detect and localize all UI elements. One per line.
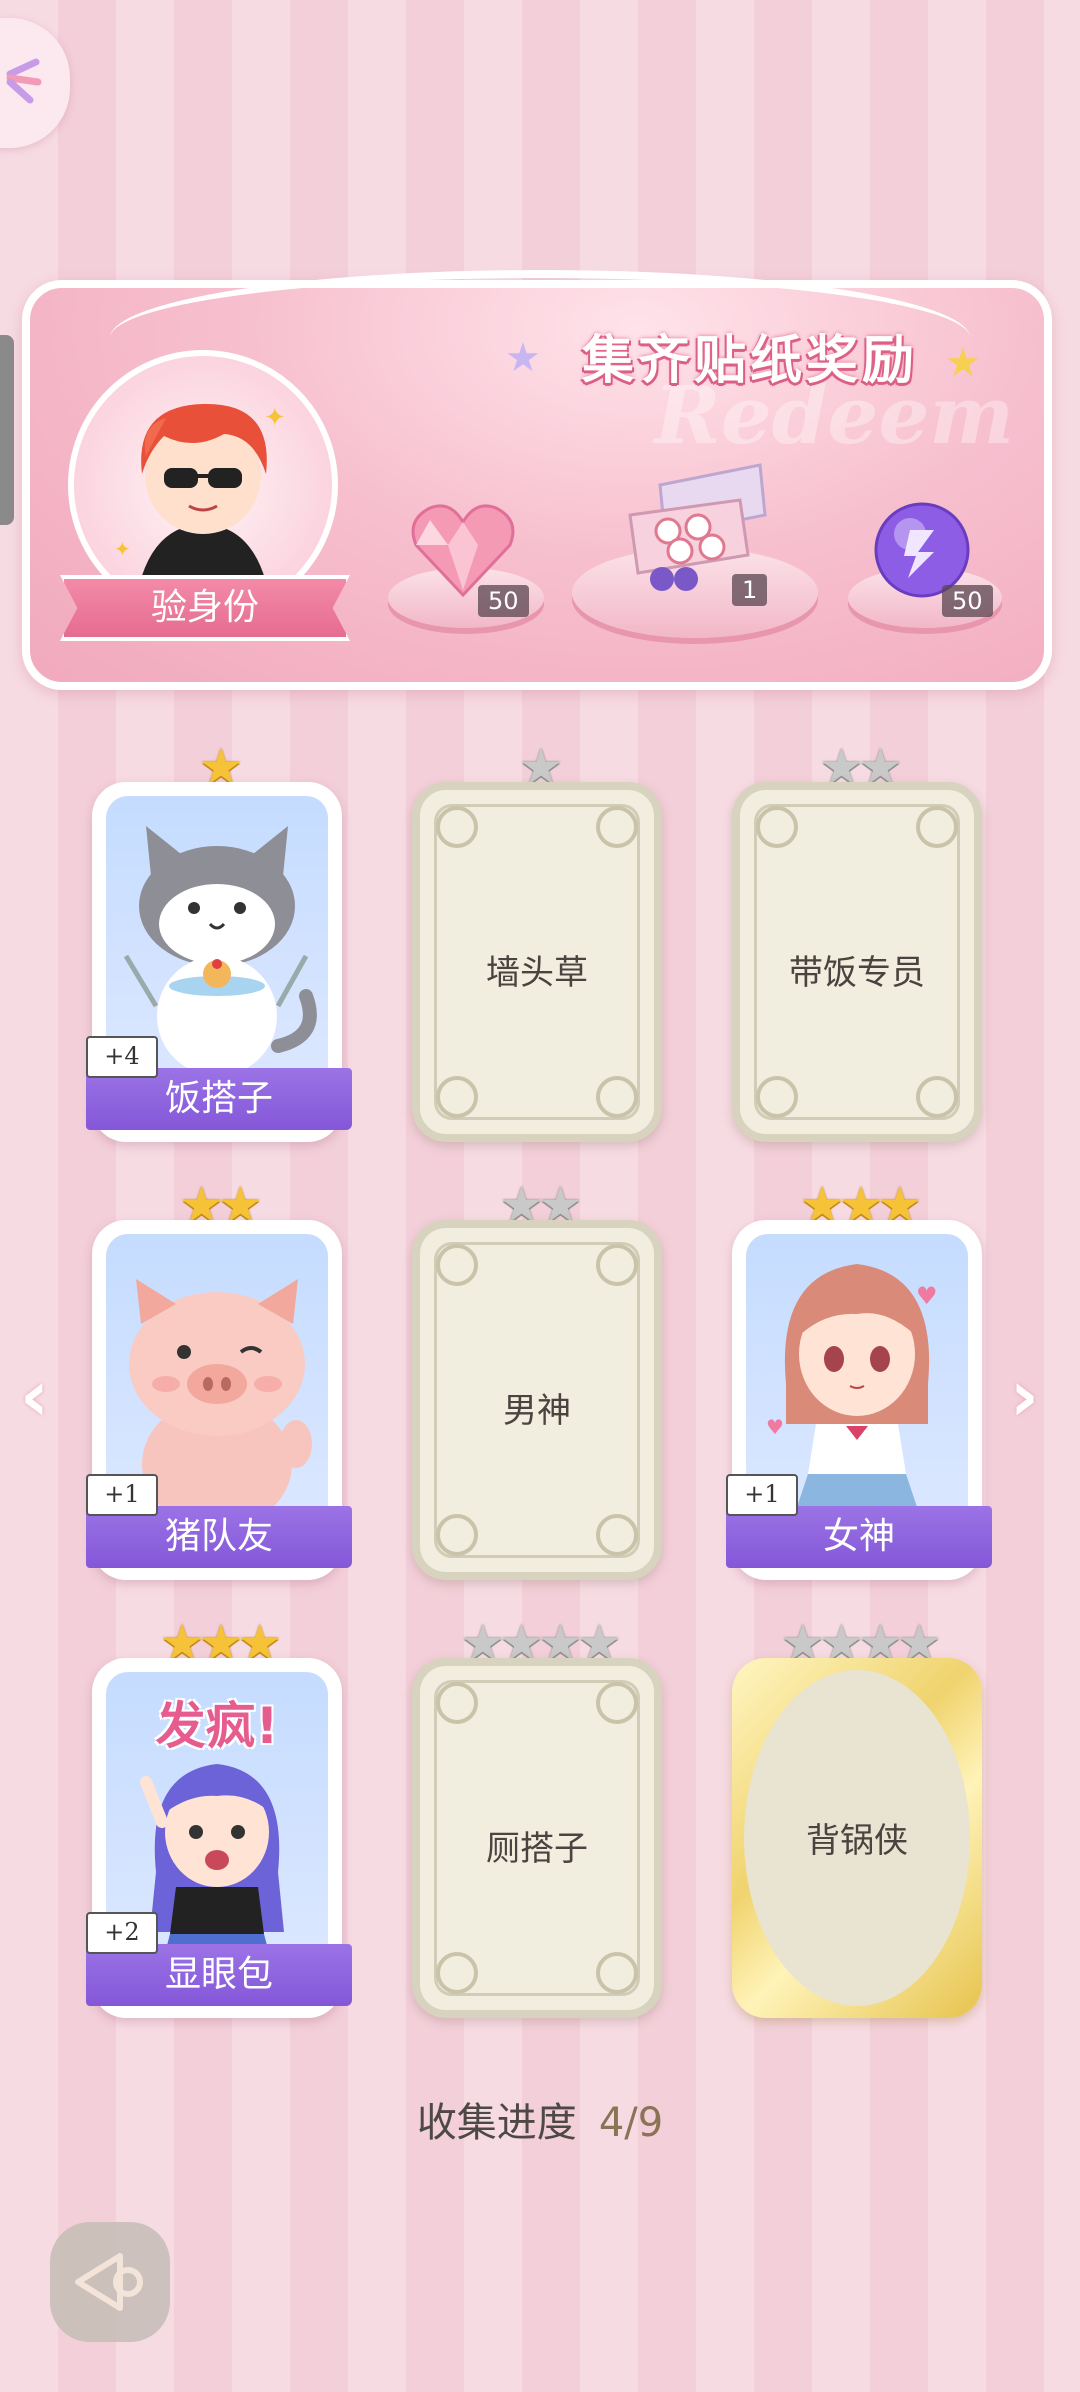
reward-count: 50 <box>478 585 529 617</box>
yellow-star-icon: ★ <box>945 340 981 386</box>
progress-value: 4/9 <box>598 2100 664 2146</box>
duplicate-count-badge: +1 <box>726 1474 798 1516</box>
next-page-arrow-icon[interactable]: › <box>1010 1355 1039 1437</box>
back-arrow-icon <box>75 2253 143 2311</box>
reward-count: 50 <box>942 585 993 617</box>
sticker-card-nanshen[interactable]: 男神 <box>412 1220 662 1580</box>
back-button[interactable] <box>50 2222 170 2342</box>
side-drawer-handle[interactable] <box>0 335 14 525</box>
duplicate-count-badge: +2 <box>86 1912 158 1954</box>
card-name: 墙头草 <box>486 953 588 993</box>
collection-progress: 收集进度 4/9 <box>0 2090 1080 2148</box>
sticker-card-cedazi[interactable]: 厕搭子 <box>412 1658 662 2018</box>
svg-text:♥: ♥ <box>766 1415 784 1439</box>
card-name: 带饭专员 <box>789 953 925 993</box>
duplicate-count-badge: +1 <box>86 1474 158 1516</box>
card-name: 厕搭子 <box>486 1829 588 1869</box>
verify-identity-button[interactable]: 验身份 <box>60 575 350 641</box>
prev-page-arrow-icon[interactable]: ‹ <box>20 1355 49 1437</box>
sticker-card-qiangtoucao[interactable]: 墙头草 <box>412 782 662 1142</box>
progress-label: 收集进度 <box>416 2100 577 2146</box>
svg-text:✦: ✦ <box>264 403 286 433</box>
sticker-card-daifanzhuanyuan[interactable]: 带饭专员 <box>732 782 982 1142</box>
card-name: 背锅侠 <box>806 1821 908 1861</box>
svg-text:♥: ♥ <box>916 1282 938 1310</box>
banner-title: 集齐贴纸奖励 <box>581 331 918 391</box>
svg-text:✦: ✦ <box>114 537 131 561</box>
reward-count: 1 <box>732 574 768 606</box>
sticker-card-beiguoxia[interactable]: 背锅侠 <box>732 1658 982 2018</box>
fan-icon <box>6 58 42 104</box>
menu-button[interactable] <box>0 18 70 148</box>
card-name: 男神 <box>503 1391 571 1431</box>
duplicate-count-badge: +4 <box>86 1036 158 1078</box>
lavender-star-icon: ★ <box>505 335 541 381</box>
